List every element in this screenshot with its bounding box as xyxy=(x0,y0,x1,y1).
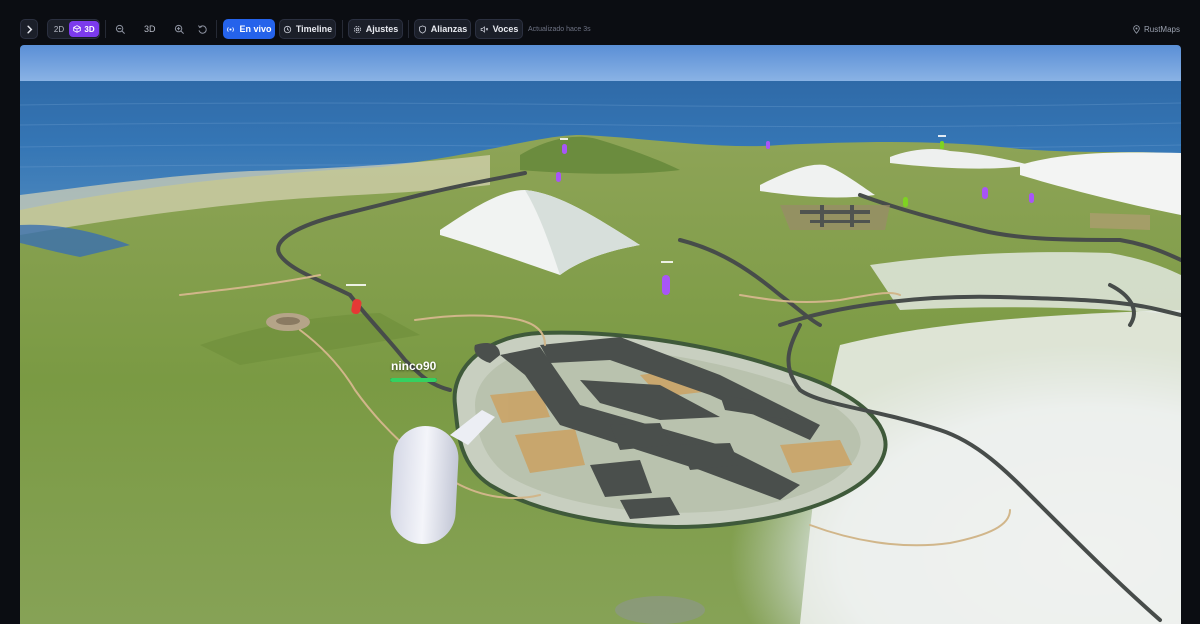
view-2d-option[interactable]: 2D xyxy=(50,21,68,37)
zoom-out-button[interactable] xyxy=(112,19,128,39)
timeline-label: Timeline xyxy=(295,24,333,34)
top-toolbar: 2D 3D 3D En vivo Timeline Ajustes Alianz… xyxy=(0,0,1200,44)
settings-button[interactable]: Ajustes xyxy=(348,19,403,39)
view-mode-toggle: 2D 3D xyxy=(47,19,100,39)
divider xyxy=(216,20,217,38)
zoom-out-icon xyxy=(115,24,126,35)
live-label: En vivo xyxy=(239,24,272,34)
player-health-bar xyxy=(390,378,437,382)
divider xyxy=(342,20,343,38)
chevron-right-icon xyxy=(24,24,35,35)
reset-view-button[interactable] xyxy=(194,19,210,39)
settings-label: Ajustes xyxy=(365,24,399,34)
shield-icon xyxy=(418,24,427,34)
cube-icon xyxy=(73,25,82,33)
update-status: Actualizado hace 3s xyxy=(528,25,591,33)
player-health-fill xyxy=(390,378,437,382)
live-button[interactable]: En vivo xyxy=(223,19,275,39)
collapse-button[interactable] xyxy=(20,19,38,39)
divider xyxy=(408,20,409,38)
map-3d-viewport[interactable]: ninco90 xyxy=(20,45,1181,624)
zoom-in-icon xyxy=(174,24,185,35)
history-icon xyxy=(283,25,292,34)
mode-indicator: 3D xyxy=(144,24,156,34)
view-3d-option[interactable]: 3D xyxy=(69,21,99,37)
map-pin-icon xyxy=(1132,24,1141,34)
broadcast-icon xyxy=(226,25,235,34)
zoom-in-button[interactable] xyxy=(171,19,187,39)
gear-icon xyxy=(353,25,362,34)
brand-link[interactable]: RustMaps xyxy=(1132,19,1180,39)
divider xyxy=(105,20,106,38)
brand-label: RustMaps xyxy=(1143,24,1180,34)
alliances-button[interactable]: Alianzas xyxy=(414,19,471,39)
rotate-ccw-icon xyxy=(197,24,208,35)
alliances-label: Alianzas xyxy=(430,24,468,34)
terrain-scene xyxy=(20,45,1181,624)
voices-button[interactable]: Voces xyxy=(475,19,523,39)
speaker-icon xyxy=(480,25,489,34)
player-name-label: ninco90 xyxy=(391,359,437,373)
voices-label: Voces xyxy=(492,24,519,34)
view-3d-label: 3D xyxy=(84,24,95,34)
timeline-button[interactable]: Timeline xyxy=(279,19,336,39)
